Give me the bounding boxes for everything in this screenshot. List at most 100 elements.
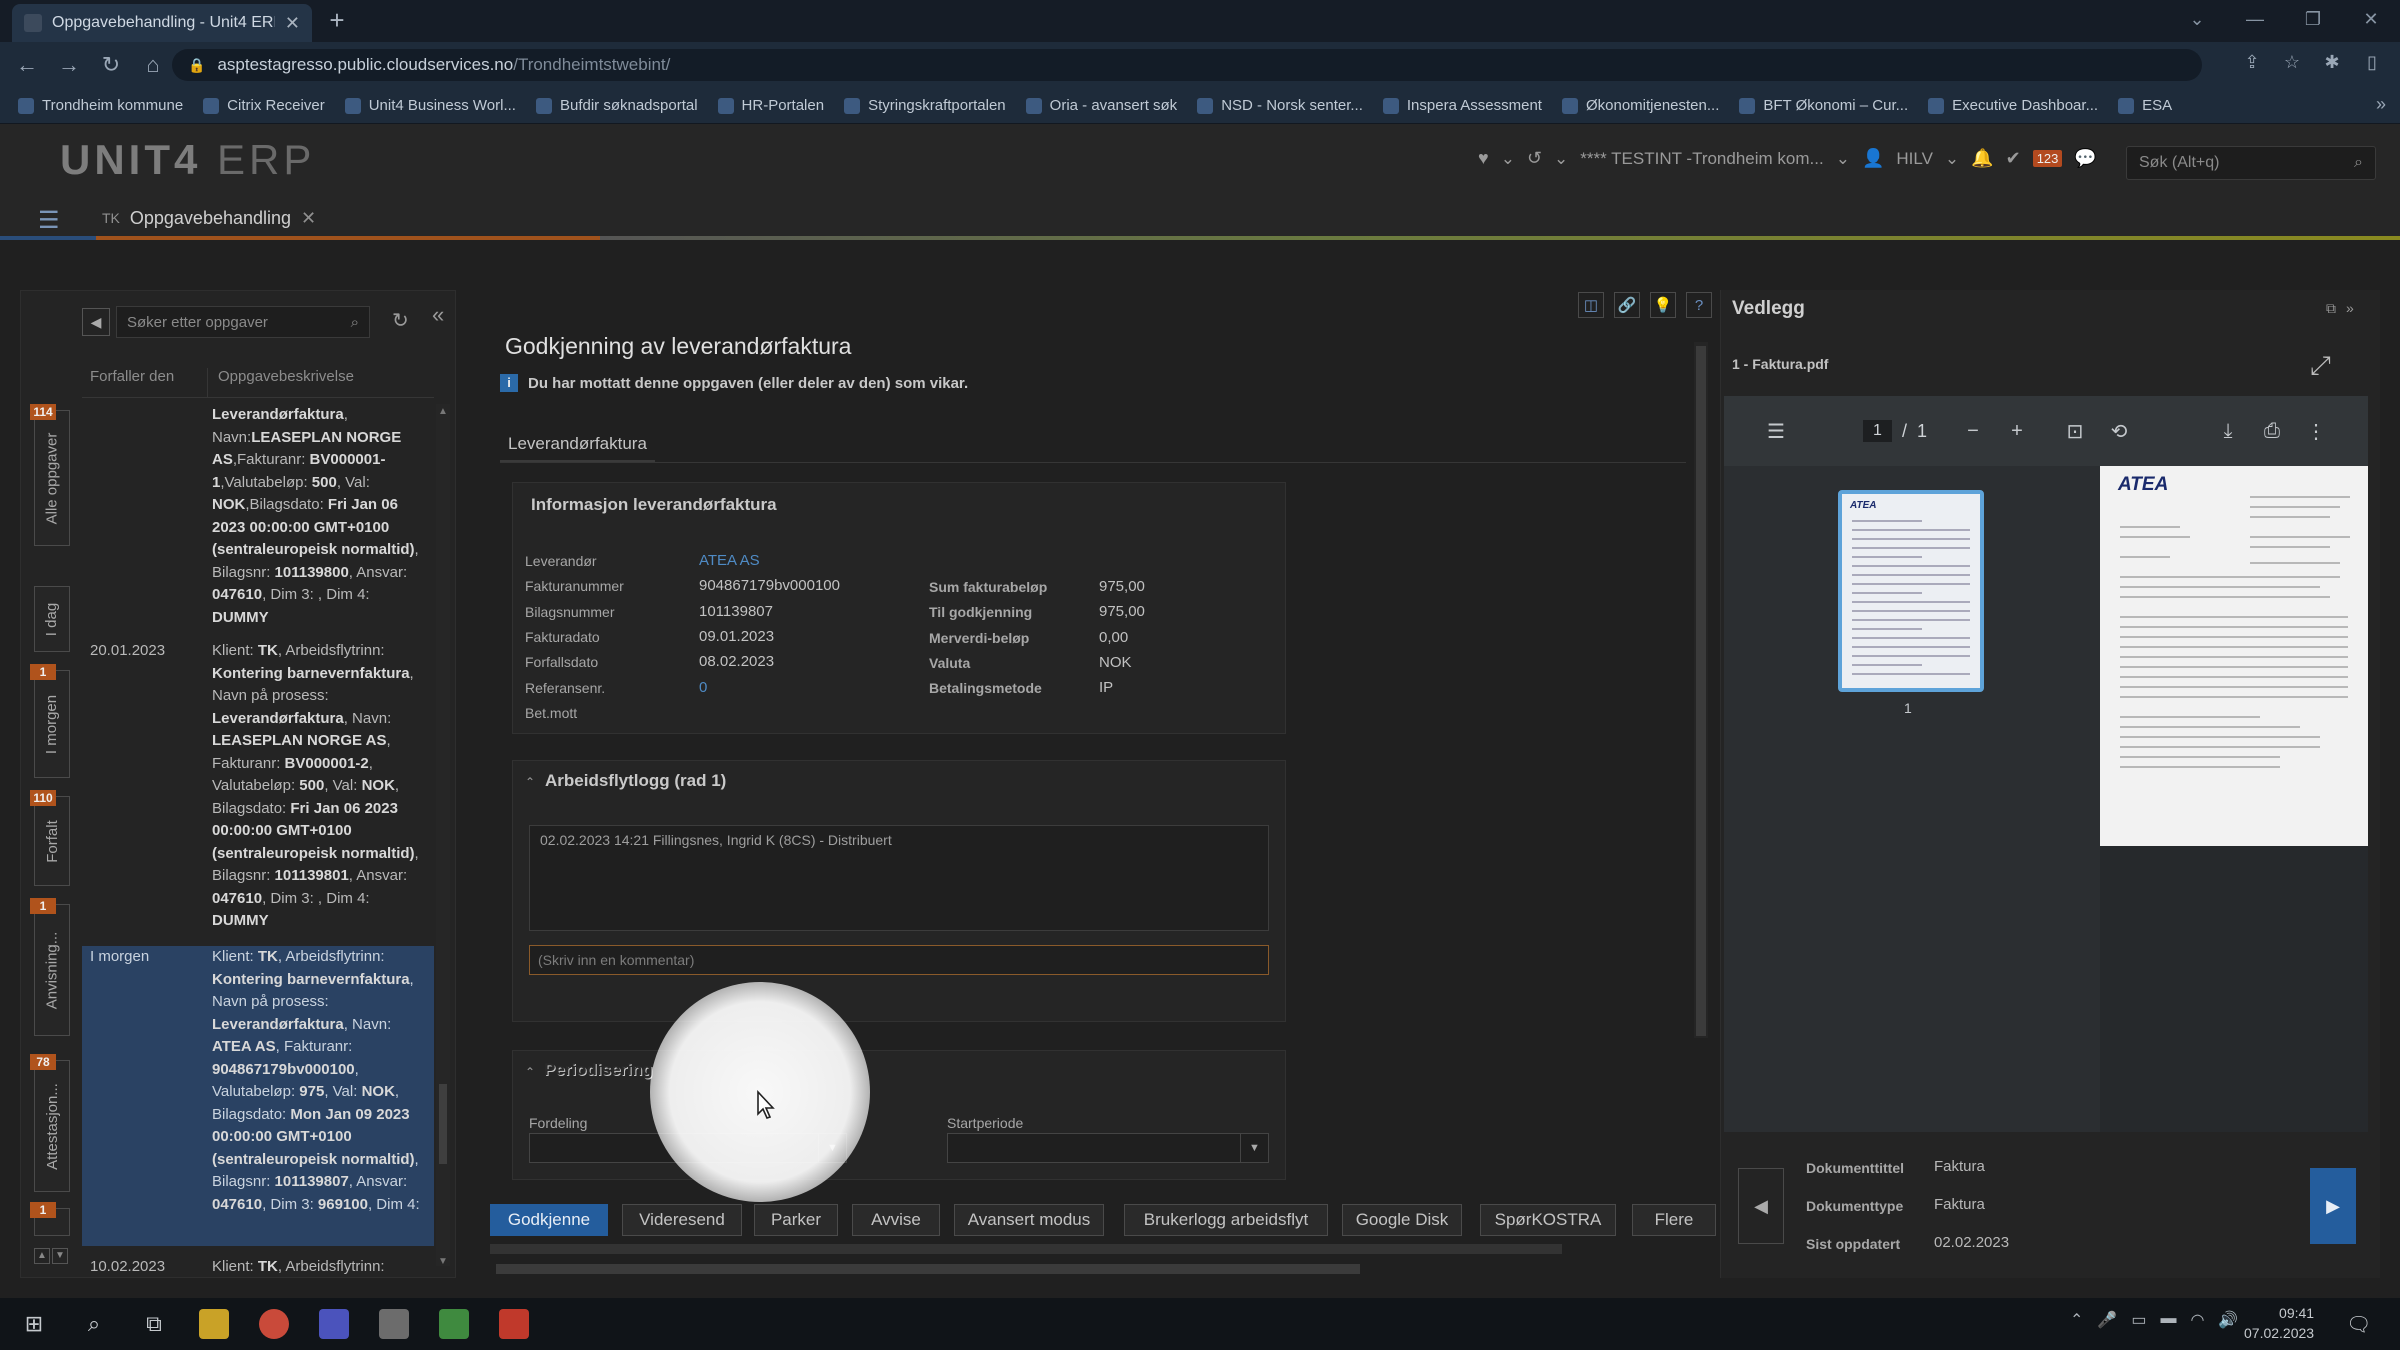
next-document-button[interactable]: ▶ [2310, 1168, 2356, 1244]
action-button[interactable]: Parker [754, 1204, 838, 1236]
bell-icon[interactable]: 🔔 [1971, 148, 1993, 169]
chevron-down-icon[interactable]: ⌄ [1554, 149, 1568, 169]
tab-search-icon[interactable]: ⌄ [2168, 0, 2226, 38]
pdf-thumbnail-page[interactable]: ATEA [1838, 490, 1984, 692]
more-bookmarks-icon[interactable]: » [2376, 94, 2386, 115]
task-row[interactable]: I morgen Klient: TK, Arbeidsflytrinn: Kon… [82, 946, 434, 1246]
bookmark-item[interactable]: BFT Økonomi – Cur... [1739, 97, 1908, 114]
sidebar-icon[interactable]: ▯ [2360, 52, 2384, 73]
bookmark-item[interactable]: ESA [2118, 97, 2172, 114]
task-view-icon[interactable]: ⧉ [134, 1304, 174, 1344]
bookmark-item[interactable]: Trondheim kommune [18, 97, 183, 114]
action-button[interactable]: Avansert modus [954, 1204, 1104, 1236]
bookmark-item[interactable]: Executive Dashboar... [1928, 97, 2098, 114]
vtab-filter[interactable]: Alle oppgaver [34, 410, 70, 546]
history-icon[interactable]: ↺ [1527, 148, 1542, 169]
citrix-icon[interactable] [434, 1304, 474, 1344]
taskbar-clock[interactable]: 09:41 07.02.2023 [2244, 1303, 2314, 1343]
field-value[interactable]: 0 [699, 679, 707, 696]
global-search-input[interactable]: Søk (Alt+q) ⌕ [2126, 146, 2376, 180]
teams-icon[interactable] [314, 1304, 354, 1344]
collapse-chevron-icon[interactable]: ⌃ [525, 775, 535, 789]
close-icon[interactable]: ✕ [301, 208, 316, 229]
task-row[interactable]: Leverandørfaktura, Navn:LEASEPLAN NORGE … [82, 404, 434, 630]
extensions-puzzle-icon[interactable]: ✱ [2320, 52, 2344, 73]
print-icon[interactable]: ⎙ [2250, 420, 2294, 443]
chevron-down-icon[interactable]: ⌄ [1501, 149, 1515, 169]
link-icon[interactable]: 🔗 [1614, 292, 1640, 318]
panel-back-button[interactable]: ◀ [82, 308, 110, 336]
zoom-in-icon[interactable]: + [1995, 420, 2039, 443]
previous-document-button[interactable]: ◀ [1738, 1168, 1784, 1244]
pdf-page-input[interactable]: 1 [1863, 420, 1892, 442]
bookmark-item[interactable]: HR-Portalen [717, 97, 824, 114]
restore-button[interactable]: ❐ [2284, 0, 2342, 38]
back-arrow-icon[interactable]: ← [12, 48, 42, 82]
bookmark-item[interactable]: Styringskraftportalen [844, 97, 1006, 114]
chat-icon[interactable]: 💬 [2074, 148, 2096, 169]
user-name[interactable]: HILV [1896, 149, 1933, 169]
client-selector[interactable]: **** TESTINT -Trondheim kom... [1580, 149, 1823, 169]
download-icon[interactable]: ⤓ [2206, 420, 2250, 443]
rotate-icon[interactable]: ⟲ [2097, 419, 2141, 444]
tab-oppgavebehandling[interactable]: TK Oppgavebehandling ✕ [88, 196, 330, 240]
close-tab-icon[interactable]: ✕ [285, 13, 300, 34]
volume-icon[interactable]: 🔊 [2218, 1310, 2238, 1330]
action-button[interactable]: Godkjenne [490, 1204, 608, 1236]
tab-leverandorfaktura[interactable]: Leverandørfaktura [500, 428, 655, 462]
comment-input[interactable]: (Skriv inn en kommentar) [529, 945, 1269, 975]
task-list-scroll-thumb[interactable] [439, 1084, 447, 1164]
chevron-down-icon[interactable]: ▼ [1240, 1134, 1268, 1162]
refresh-icon[interactable]: ↻ [392, 308, 409, 333]
bookmark-item[interactable]: Citrix Receiver [203, 97, 325, 114]
vtab-filter[interactable]: Forfalt [34, 796, 70, 886]
bookmark-item[interactable]: Unit4 Business Worl... [344, 97, 516, 114]
windows-start-icon[interactable]: ⊞ [14, 1304, 54, 1344]
bookmark-item[interactable]: Inspera Assessment [1382, 97, 1542, 114]
field-value[interactable]: ATEA AS [699, 552, 760, 569]
home-icon[interactable]: ⌂ [138, 48, 168, 82]
collapse-panel-icon[interactable]: « [432, 302, 444, 328]
lightbulb-icon[interactable]: 💡 [1650, 292, 1676, 318]
startperiode-select[interactable]: ▼ [947, 1133, 1269, 1163]
action-button[interactable]: Brukerlogg arbeidsflyt [1124, 1204, 1328, 1236]
microphone-icon[interactable]: 🎤 [2097, 1310, 2117, 1330]
section-title[interactable]: Arbeidsflytlogg (rad 1) [545, 771, 726, 791]
favorites-heart-icon[interactable]: ♥ [1478, 148, 1489, 169]
action-bar-scroll-track[interactable] [490, 1244, 1562, 1254]
action-button[interactable]: Videresend [622, 1204, 742, 1236]
col-desc[interactable]: Oppgavebeskrivelse [208, 368, 354, 397]
file-explorer-icon[interactable] [194, 1304, 234, 1344]
forward-arrow-icon[interactable]: → [54, 48, 84, 82]
vtab-filter[interactable]: Attestasjon... [34, 1060, 70, 1192]
expand-icon[interactable]: ⤢ [2310, 350, 2331, 382]
fit-page-icon[interactable]: ⊡ [2053, 419, 2097, 444]
action-button[interactable]: SpørKOSTRA [1480, 1204, 1616, 1236]
new-tab-button[interactable]: + [322, 6, 352, 36]
bookmark-item[interactable]: Bufdir søknadsportal [535, 97, 698, 114]
tray-expand-icon[interactable]: ⌃ [2070, 1310, 2083, 1330]
share-icon[interactable]: ⇪ [2240, 52, 2264, 73]
search-icon[interactable]: ⌕ [74, 1304, 114, 1344]
col-due[interactable]: Forfaller den [82, 368, 208, 397]
bookmark-item[interactable]: NSD - Norsk senter... [1197, 97, 1363, 114]
chrome-icon[interactable] [254, 1304, 294, 1344]
attachment-file-name[interactable]: 1 - Faktura.pdf [1732, 356, 1828, 372]
vtab-filter[interactable]: I morgen [34, 670, 70, 778]
vtab-filter[interactable]: I dag [34, 586, 70, 652]
wifi-icon[interactable]: ◠ [2190, 1310, 2204, 1330]
action-button[interactable]: Flere [1632, 1204, 1716, 1236]
chevron-down-icon[interactable]: ⌄ [1945, 149, 1959, 169]
action-button[interactable]: Google Disk [1342, 1204, 1462, 1236]
collapse-right-icon[interactable]: » [2346, 300, 2354, 317]
task-row[interactable]: 20.01.2023 Klient: TK, Arbeidsflytrinn: K… [82, 640, 434, 936]
popout-icon[interactable]: ⧉ [2326, 300, 2336, 317]
search-icon[interactable]: ⌕ [2354, 154, 2363, 172]
close-window-button[interactable]: ✕ [2342, 0, 2400, 38]
checkmark-tasks-icon[interactable]: ✔ [2006, 148, 2021, 169]
vtab-filter[interactable]: Anvisning... [34, 904, 70, 1036]
display-icon[interactable]: ▭ [2131, 1310, 2146, 1330]
address-bar[interactable]: 🔒 asptestagresso.public.cloudservices.no… [172, 49, 2202, 81]
scroll-down-icon[interactable]: ▼ [438, 1256, 448, 1267]
bookmark-item[interactable]: Økonomitjenesten... [1561, 97, 1719, 114]
